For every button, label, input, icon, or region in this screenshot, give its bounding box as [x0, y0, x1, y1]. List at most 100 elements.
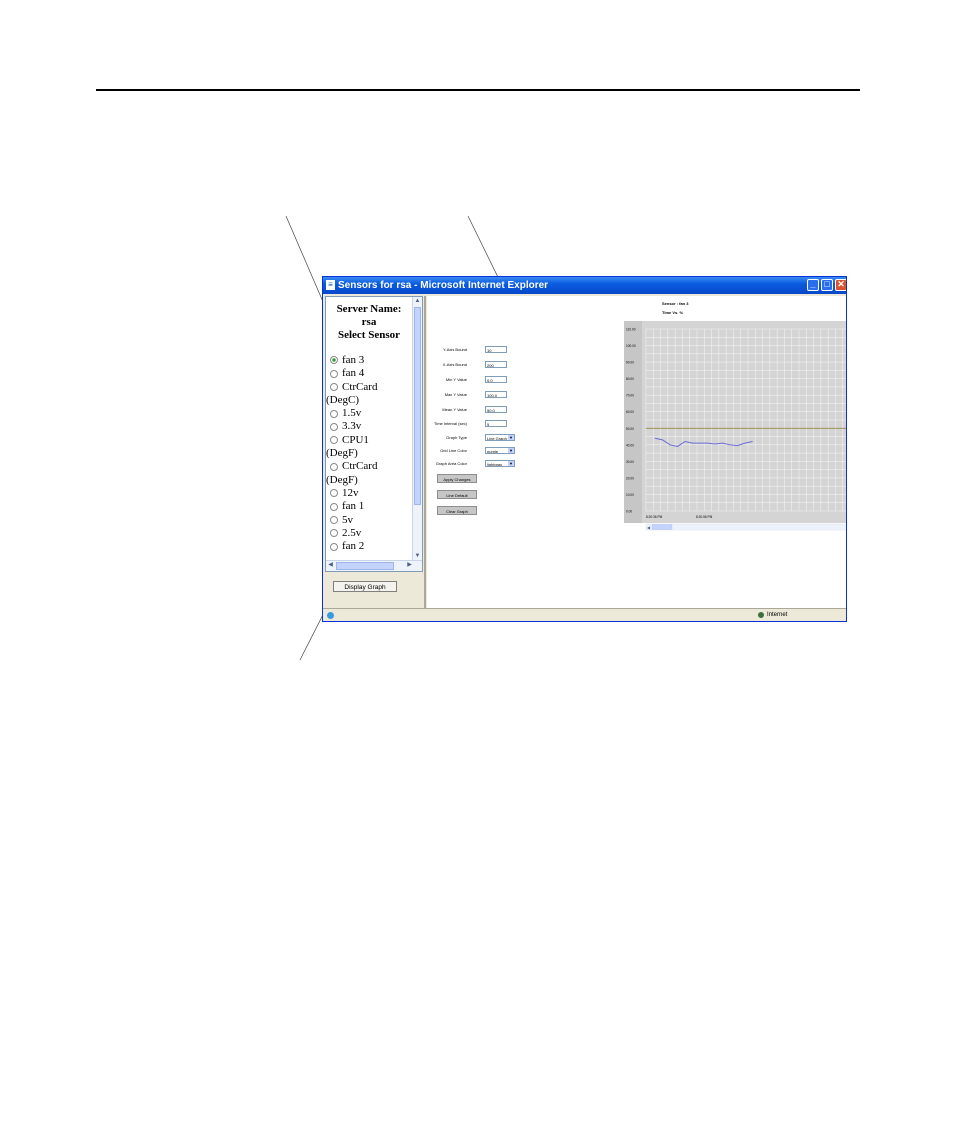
sensor-select-content: Server Name: rsa Select Sensor fan 3 fan … [326, 297, 412, 553]
data-point [692, 442, 693, 444]
sensor-list-vertical-scrollbar[interactable]: ▲ ▼ [412, 297, 422, 561]
scroll-thumb[interactable] [336, 562, 394, 570]
data-point [707, 442, 708, 444]
sensor-label-continued: (DegC) [326, 393, 359, 406]
sensor-radio[interactable] [330, 529, 338, 538]
data-point [722, 442, 723, 444]
sensor-radio[interactable] [330, 542, 338, 551]
setting-input[interactable]: 5 [485, 420, 507, 427]
y-tick-label: 0.00 [626, 510, 632, 514]
display-graph-button[interactable]: Display Graph [333, 581, 397, 592]
sensor-item[interactable]: fan 2 [330, 540, 412, 553]
setting-select[interactable]: Line Graph ▼ [485, 434, 515, 441]
scroll-thumb[interactable] [414, 307, 421, 505]
sensor-item[interactable]: 3.3v [330, 420, 412, 433]
sensor-label: CPU1 [342, 433, 369, 446]
data-point [752, 441, 753, 442]
apply-changes-button[interactable]: Apply Changes [437, 474, 477, 483]
server-name-value: rsa [361, 316, 377, 328]
window-title: Sensors for rsa - Microsoft Internet Exp… [338, 280, 549, 291]
setting-select[interactable]: lightgray ▼ [485, 460, 515, 467]
sensor-item[interactable]: CtrCard [330, 460, 412, 473]
setting-label: Time Interval (sec) [434, 421, 467, 426]
window-titlebar: ≡ Sensors for rsa - Microsoft Internet E… [323, 277, 846, 294]
setting-label: Graph Type [446, 435, 467, 440]
setting-label: Y-Axis Bound [443, 347, 467, 352]
sensor-item[interactable]: 2.5v [330, 527, 412, 540]
data-point [669, 444, 671, 446]
sensor-line-chart: 110.00 100.00 90.00 80.00 70.00 60.00 50.00 40.… [624, 321, 846, 531]
data-point [654, 437, 656, 439]
y-tick-label: 30.00 [626, 460, 634, 464]
sensor-item[interactable]: CPU1 [330, 434, 412, 447]
sensor-radio[interactable] [330, 516, 338, 525]
sensor-label: 1.5v [342, 407, 362, 420]
data-point [684, 441, 686, 442]
plot-area [642, 321, 846, 523]
sensor-item[interactable]: 5v [330, 514, 412, 527]
sensor-radio[interactable] [330, 436, 338, 445]
sensor-radio[interactable] [330, 422, 338, 431]
sensor-select-pane: Server Name: rsa Select Sensor fan 3 fan … [325, 296, 423, 572]
sensor-item[interactable]: 1.5v [330, 407, 412, 420]
chart-units-title: Time Vs. % [662, 310, 684, 315]
dropdown-arrow-icon[interactable]: ▼ [508, 461, 514, 466]
maximize-button[interactable]: □ [821, 279, 833, 291]
sensor-radio[interactable] [330, 489, 338, 498]
setting-input[interactable]: 100.0 [485, 391, 507, 398]
data-point [662, 439, 663, 441]
sensor-label: fan 4 [342, 367, 365, 380]
sensor-label: fan 1 [342, 500, 365, 513]
sensor-item[interactable]: fan 3 [330, 354, 412, 367]
sensor-radio[interactable] [330, 462, 338, 471]
setting-input[interactable]: 0.0 [485, 376, 507, 383]
y-tick-label: 50.00 [626, 427, 634, 431]
dropdown-arrow-icon[interactable]: ▼ [508, 448, 514, 453]
setting-select-value: purple [487, 449, 499, 454]
status-bar: Internet [323, 608, 846, 621]
sensor-label-continued: (DegF) [326, 447, 358, 460]
sensor-item[interactable]: fan 1 [330, 500, 412, 513]
sensor-label: CtrCard [342, 460, 378, 473]
dropdown-arrow-icon[interactable]: ▼ [508, 435, 514, 440]
setting-input[interactable]: 10 [485, 346, 507, 353]
data-point [714, 443, 716, 445]
setting-input[interactable]: 50.0 [485, 406, 507, 413]
close-button[interactable]: ✕ [835, 279, 846, 291]
sensor-list: fan 3 fan 4 CtrCard (DegC) 1.5v 3.3v CPU1 (DegF… [326, 354, 412, 553]
scroll-left-icon[interactable]: ◀ [326, 561, 335, 570]
scroll-right-icon[interactable]: ▶ [405, 561, 414, 570]
x-tick-label: 8:20:56 PM [696, 515, 713, 519]
setting-select[interactable]: purple ▼ [485, 447, 515, 454]
sensor-radio[interactable] [330, 383, 338, 392]
sensor-label: fan 3 [342, 354, 365, 366]
sensor-list-horizontal-scrollbar[interactable]: ◀ ▶ [326, 560, 422, 571]
internet-zone-icon [758, 612, 764, 618]
sensor-radio[interactable] [330, 369, 338, 378]
setting-input[interactable]: 200 [485, 361, 507, 368]
clear-graph-button[interactable]: Clear Graph [437, 506, 477, 515]
setting-label: Min Y Value [445, 377, 467, 382]
y-tick-label: 60.00 [626, 410, 634, 414]
sensor-item[interactable]: 12v [330, 487, 412, 500]
y-tick-label: 90.00 [626, 361, 634, 365]
sensor-radio[interactable] [330, 502, 338, 511]
sensor-label: CtrCard [342, 380, 378, 393]
setting-label: Graph Area Color [435, 461, 467, 466]
sensor-label-continued: (DegF) [326, 473, 358, 486]
sensor-item[interactable]: fan 4 [330, 367, 412, 380]
scroll-up-icon[interactable]: ▲ [413, 297, 422, 306]
data-point [677, 446, 678, 447]
line-default-button[interactable]: Line Default [437, 490, 477, 499]
sensor-radio[interactable] [330, 409, 338, 418]
data-point [737, 445, 738, 446]
maximize-icon: □ [824, 279, 830, 289]
y-tick-label: 20.00 [626, 476, 634, 480]
data-point [699, 442, 701, 444]
sensor-radio[interactable] [330, 356, 338, 365]
y-tick-label: 100.00 [626, 344, 636, 348]
y-tick-label: 80.00 [626, 377, 634, 381]
sensor-item[interactable]: CtrCard [330, 381, 412, 394]
minimize-button[interactable]: _ [807, 279, 819, 291]
frame-splitter[interactable] [424, 296, 426, 608]
